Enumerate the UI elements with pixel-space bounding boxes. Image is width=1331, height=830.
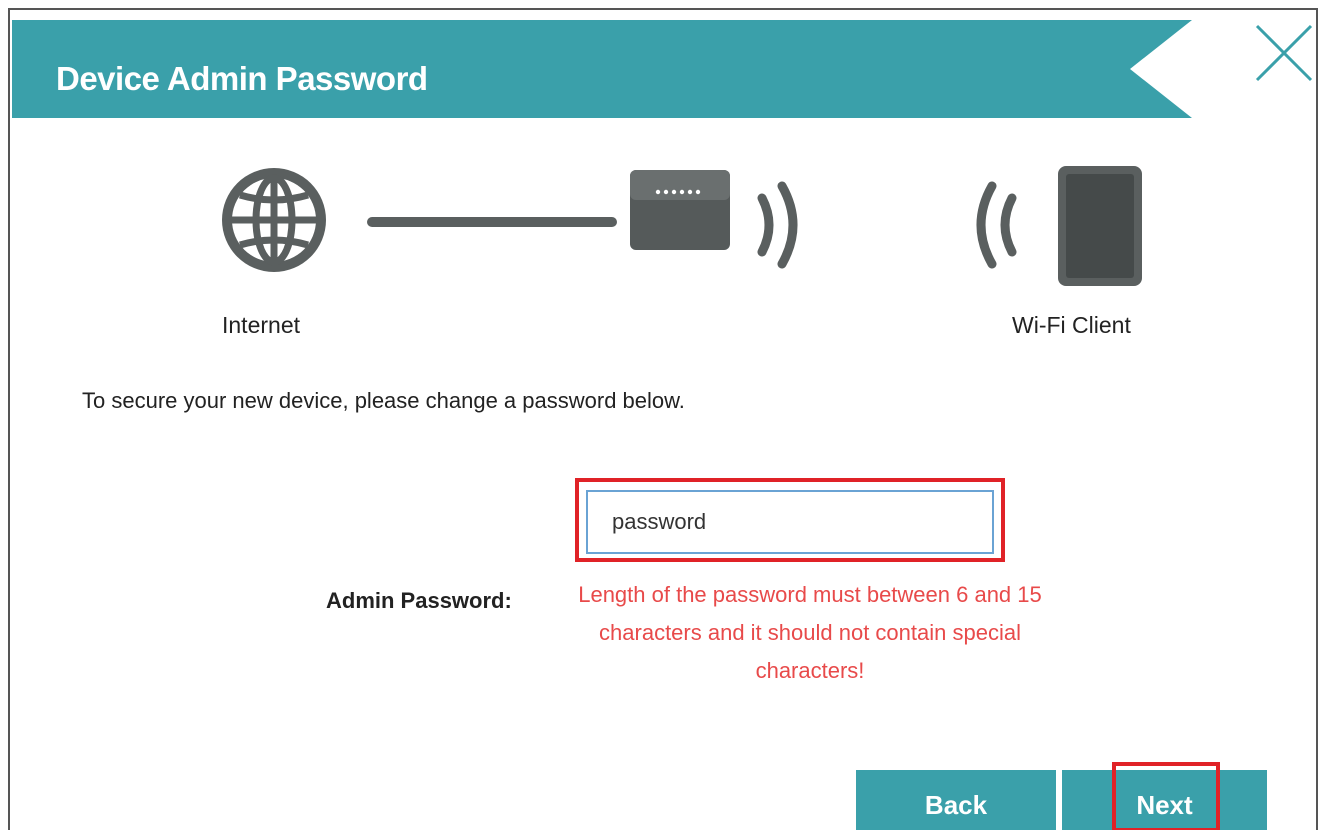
router-icon — [630, 170, 730, 250]
password-error-message: Length of the password must between 6 an… — [578, 582, 1042, 683]
admin-password-label: Admin Password: — [326, 588, 512, 613]
page-title: Device Admin Password — [56, 60, 428, 97]
internet-label: Internet — [222, 312, 300, 338]
tablet-icon — [1058, 166, 1142, 286]
wifi-signal-icon — [976, 181, 1017, 269]
wifi-client-label: Wi-Fi Client — [1012, 312, 1131, 338]
next-highlight — [1112, 762, 1220, 830]
close-icon[interactable] — [1253, 22, 1315, 84]
header-banner: Device Admin Password — [12, 20, 1192, 118]
wifi-signal-icon — [757, 181, 798, 269]
admin-password-input[interactable] — [586, 490, 994, 554]
globe-icon — [222, 168, 326, 272]
network-diagram: Internet Wi-Fi Client — [10, 160, 1320, 338]
intro-text: To secure your new device, please change… — [82, 388, 685, 413]
wizard-dialog: Device Admin Password Internet Wi-Fi Cli… — [8, 8, 1318, 830]
back-button[interactable]: Back — [856, 770, 1056, 830]
